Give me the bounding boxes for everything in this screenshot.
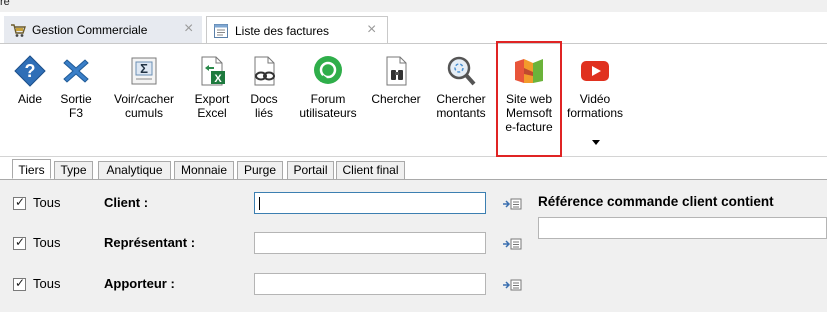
toggle-totals-label: Voir/cacher cumuls	[113, 92, 175, 120]
svg-text:X: X	[214, 73, 222, 85]
help-diamond-icon: ?	[14, 55, 46, 87]
export-excel-button[interactable]: X Export Excel	[190, 54, 234, 120]
training-videos-button[interactable]: Vidéo formations	[564, 54, 626, 120]
linked-docs-icon	[254, 56, 275, 86]
representant-input[interactable]	[254, 232, 486, 254]
tab-client-final[interactable]: Client final	[336, 161, 405, 180]
list-picker-icon[interactable]	[502, 279, 522, 291]
reference-commande-label: Référence commande client contient	[538, 194, 774, 209]
excel-export-icon: X	[201, 56, 225, 86]
highlight-box	[496, 41, 562, 157]
toggle-totals-button[interactable]: Σ Voir/cacher cumuls	[112, 54, 176, 120]
doc-tab-gestion-commerciale[interactable]: Gestion Commerciale ×	[4, 16, 202, 44]
help-button-label: Aide	[17, 92, 43, 106]
doc-tab-label: Gestion Commerciale	[32, 23, 148, 37]
svg-text:Σ: Σ	[140, 61, 148, 76]
list-picker-icon[interactable]	[502, 198, 522, 210]
apporteur-input[interactable]	[254, 273, 486, 295]
search-button[interactable]: Chercher	[368, 54, 424, 106]
search-amounts-button[interactable]: Chercher montants	[432, 54, 490, 120]
exit-button-label: Sortie F3	[60, 92, 92, 120]
tab-purge[interactable]: Purge	[237, 161, 283, 180]
list-picker-icon[interactable]	[502, 238, 522, 250]
representant-label: Représentant :	[104, 235, 196, 250]
client-input[interactable]	[254, 192, 486, 214]
tab-tiers[interactable]: Tiers	[12, 159, 51, 179]
sum-sigma-icon: Σ	[131, 57, 157, 85]
text-caret	[259, 197, 260, 210]
tous-representant-checkbox[interactable]	[13, 235, 26, 250]
tab-analytique[interactable]: Analytique	[98, 161, 171, 180]
magnifier-icon	[447, 56, 476, 86]
close-icon[interactable]: ×	[184, 21, 193, 37]
exit-button[interactable]: Sortie F3	[58, 54, 94, 120]
forum-button[interactable]: Forum utilisateurs	[296, 54, 360, 120]
doc-tab-label: Liste des factures	[235, 24, 330, 38]
cart-icon	[11, 24, 26, 37]
tous-client-checkbox[interactable]	[13, 195, 26, 210]
linked-docs-button[interactable]: Docs liés	[246, 54, 282, 120]
client-label: Client :	[104, 195, 149, 210]
help-button[interactable]: ? Aide	[12, 54, 48, 106]
window-title-fragment: re	[0, 0, 10, 8]
tab-portail[interactable]: Portail	[287, 161, 334, 180]
apporteur-label: Apporteur :	[104, 276, 175, 291]
tab-type[interactable]: Type	[54, 161, 93, 180]
doc-tab-liste-des-factures[interactable]: Liste des factures ×	[206, 16, 388, 44]
exit-x-icon	[63, 59, 89, 83]
search-label: Chercher	[371, 92, 421, 106]
reference-commande-input[interactable]	[538, 217, 827, 239]
tous-client-label: Tous	[33, 195, 61, 210]
youtube-play-icon	[581, 61, 609, 81]
forum-label: Forum utilisateurs	[299, 92, 357, 120]
tous-apporteur-label: Tous	[33, 276, 61, 291]
search-amounts-label: Chercher montants	[436, 92, 486, 120]
linked-docs-label: Docs liés	[250, 92, 278, 120]
close-icon[interactable]: ×	[367, 22, 376, 38]
tab-monnaie[interactable]: Monnaie	[174, 161, 234, 180]
invoice-list-icon	[214, 24, 228, 38]
tous-apporteur-checkbox[interactable]	[13, 276, 26, 291]
training-videos-label: Vidéo formations	[566, 92, 624, 120]
forum-chat-icon	[314, 56, 342, 84]
tous-representant-label: Tous	[33, 235, 61, 250]
chevron-down-icon[interactable]	[592, 140, 600, 145]
export-excel-label: Export Excel	[194, 92, 230, 120]
svg-text:?: ?	[25, 61, 36, 81]
window-title-strip: re	[0, 0, 827, 12]
binoculars-icon	[386, 56, 407, 86]
